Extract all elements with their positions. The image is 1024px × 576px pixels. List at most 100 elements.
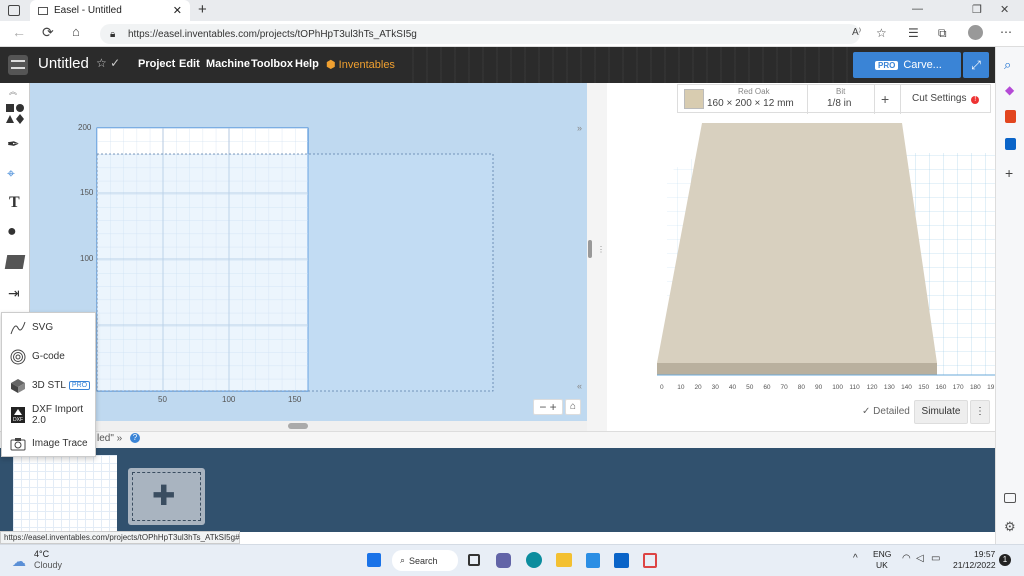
office-icon[interactable] <box>1005 110 1016 123</box>
lang-code[interactable]: ENG <box>873 549 891 559</box>
zoom-in-icon[interactable]: + <box>550 400 557 414</box>
favorites-icon[interactable]: ☰ <box>908 26 919 40</box>
new-tab-icon[interactable]: + <box>198 1 207 18</box>
material-dims[interactable]: 160 × 200 × 12 mm <box>707 98 794 109</box>
fullscreen-button[interactable]: ⤢ <box>963 52 989 78</box>
home-view-icon[interactable]: ⌂ <box>565 399 581 415</box>
weather-text[interactable]: Cloudy <box>34 560 62 570</box>
menu-help[interactable]: Help <box>295 58 319 70</box>
simulate-button[interactable]: Simulate <box>914 400 968 424</box>
import-gcode-label: G-code <box>32 351 65 362</box>
apple-icon[interactable]: ● <box>7 223 17 241</box>
battery-icon[interactable]: ▭ <box>931 553 940 564</box>
3d-box-icon[interactable] <box>4 255 26 269</box>
pro-badge: PRO <box>68 381 91 390</box>
settings-gear-icon[interactable]: ⚙ <box>1004 519 1016 535</box>
x-tick: 120 <box>866 384 878 391</box>
target-icon[interactable]: ⌖ <box>7 165 15 182</box>
project-title[interactable]: Untitled <box>38 55 89 72</box>
horizontal-scrollbar[interactable] <box>288 423 308 429</box>
tab-actions-icon[interactable] <box>8 5 20 16</box>
add-workpiece-button[interactable]: ✚ <box>128 468 205 525</box>
material-swatch[interactable] <box>684 89 704 109</box>
notification-badge[interactable]: 1 <box>999 554 1011 566</box>
edge-icon[interactable] <box>526 552 542 568</box>
favorite-icon[interactable]: ☆ <box>876 26 887 40</box>
url-text: https://easel.inventables.com/projects/t… <box>128 28 417 40</box>
text-tool-icon[interactable]: T <box>9 194 20 212</box>
cut-settings-button[interactable]: Cut Settings ! <box>912 93 980 104</box>
profile-avatar[interactable] <box>968 25 983 40</box>
import-3d-stl[interactable]: 3D STL PRO <box>2 371 97 400</box>
collapse-up-icon[interactable]: ︽ <box>9 86 17 97</box>
workpiece-name[interactable]: led" » <box>97 433 122 444</box>
back-icon[interactable]: ← <box>12 24 26 40</box>
outlook-taskbar-icon[interactable] <box>614 553 629 568</box>
easel-logo[interactable] <box>8 55 28 75</box>
minimize-icon[interactable]: — <box>912 3 923 15</box>
material-name[interactable]: Red Oak <box>738 87 770 96</box>
bit-value[interactable]: 1/8 in <box>827 98 851 109</box>
file-explorer-icon[interactable] <box>556 553 572 567</box>
menu-toolbox[interactable]: Toolbox <box>251 58 293 70</box>
collections-icon[interactable]: ⧉ <box>938 26 947 41</box>
preview-x-axis: 0 10 20 30 40 50 60 70 80 90 100 110 120… <box>660 384 995 391</box>
wifi-icon[interactable]: ◠ <box>902 553 911 564</box>
browser-tab[interactable]: Easel - Untitled ✕ <box>30 0 190 21</box>
preview-3d <box>657 123 995 376</box>
expand-icon: ⤢ <box>971 58 981 72</box>
detailed-toggle[interactable]: ✓ Detailed <box>862 406 910 417</box>
store-icon[interactable] <box>586 553 600 568</box>
menu-machine[interactable]: Machine <box>206 58 250 70</box>
refresh-icon[interactable]: ⟳ <box>42 24 54 41</box>
home-icon[interactable]: ⌂ <box>72 24 80 39</box>
close-window-icon[interactable]: ✕ <box>1000 3 1009 16</box>
task-view-icon[interactable] <box>468 554 480 566</box>
expand-right-icon[interactable]: » <box>577 123 582 133</box>
volume-icon[interactable]: ◁ <box>916 553 924 564</box>
menu-inventables[interactable]: ⬢ Inventables <box>326 58 395 71</box>
favorite-star-icon[interactable]: ☆ ✓ <box>96 56 120 70</box>
clock-date[interactable]: 21/12/2022 <box>953 560 996 570</box>
import-svg[interactable]: SVG <box>2 313 97 342</box>
shopping-icon[interactable]: ◆ <box>1005 83 1014 97</box>
menu-project[interactable]: Project <box>138 58 175 70</box>
lang-region[interactable]: UK <box>876 560 888 570</box>
add-bit-button[interactable]: + <box>881 91 889 107</box>
add-app-icon[interactable]: + <box>1005 165 1013 181</box>
y-tick-label: 200 <box>78 123 92 132</box>
restore-icon[interactable]: ❐ <box>972 3 982 16</box>
close-tab-icon[interactable]: ✕ <box>173 4 182 17</box>
more-options-icon[interactable]: ⋯ <box>1000 25 1012 39</box>
read-aloud-icon[interactable]: A⁾ <box>852 27 861 38</box>
outlook-icon[interactable] <box>1005 138 1016 150</box>
taskbar-search[interactable]: ⌕ Search <box>392 550 458 571</box>
import-dxf[interactable]: DXF DXF Import 2.0 <box>2 400 97 429</box>
shapes-icon[interactable] <box>5 103 25 125</box>
import-icon[interactable]: ⇥ <box>8 285 20 302</box>
start-icon[interactable] <box>367 553 381 567</box>
carve-button[interactable]: PRO Carve... <box>853 52 961 78</box>
weather-temp[interactable]: 4°C <box>34 549 49 559</box>
help-icon[interactable]: ? <box>130 433 140 443</box>
workpiece-thumbnail[interactable] <box>13 455 117 533</box>
canvas-grid <box>96 127 494 392</box>
zoom-out-icon[interactable]: − <box>539 400 546 414</box>
snipping-tool-icon[interactable] <box>643 553 657 568</box>
pen-icon[interactable]: ✒ <box>7 135 20 153</box>
x-tick: 0 <box>660 384 664 391</box>
resize-handle[interactable] <box>588 240 592 258</box>
import-gcode[interactable]: G-code <box>2 342 97 371</box>
chevron-up-icon[interactable]: ^ <box>853 553 858 564</box>
clock-time[interactable]: 19:57 <box>974 549 995 559</box>
more-icon[interactable]: ⋮ <box>970 400 990 424</box>
address-field[interactable]: 🔒︎ https://easel.inventables.com/project… <box>100 24 860 44</box>
zoom-controls: − + <box>533 399 563 415</box>
import-image-trace[interactable]: Image Trace <box>2 429 97 458</box>
sidebar-toggle-icon[interactable] <box>1004 493 1016 503</box>
x-tick: 80 <box>797 384 805 391</box>
teams-icon[interactable] <box>496 553 511 568</box>
search-icon[interactable]: ⌕ <box>1004 57 1011 73</box>
menu-edit[interactable]: Edit <box>179 58 200 70</box>
collapse-left-icon[interactable]: « <box>577 381 582 391</box>
